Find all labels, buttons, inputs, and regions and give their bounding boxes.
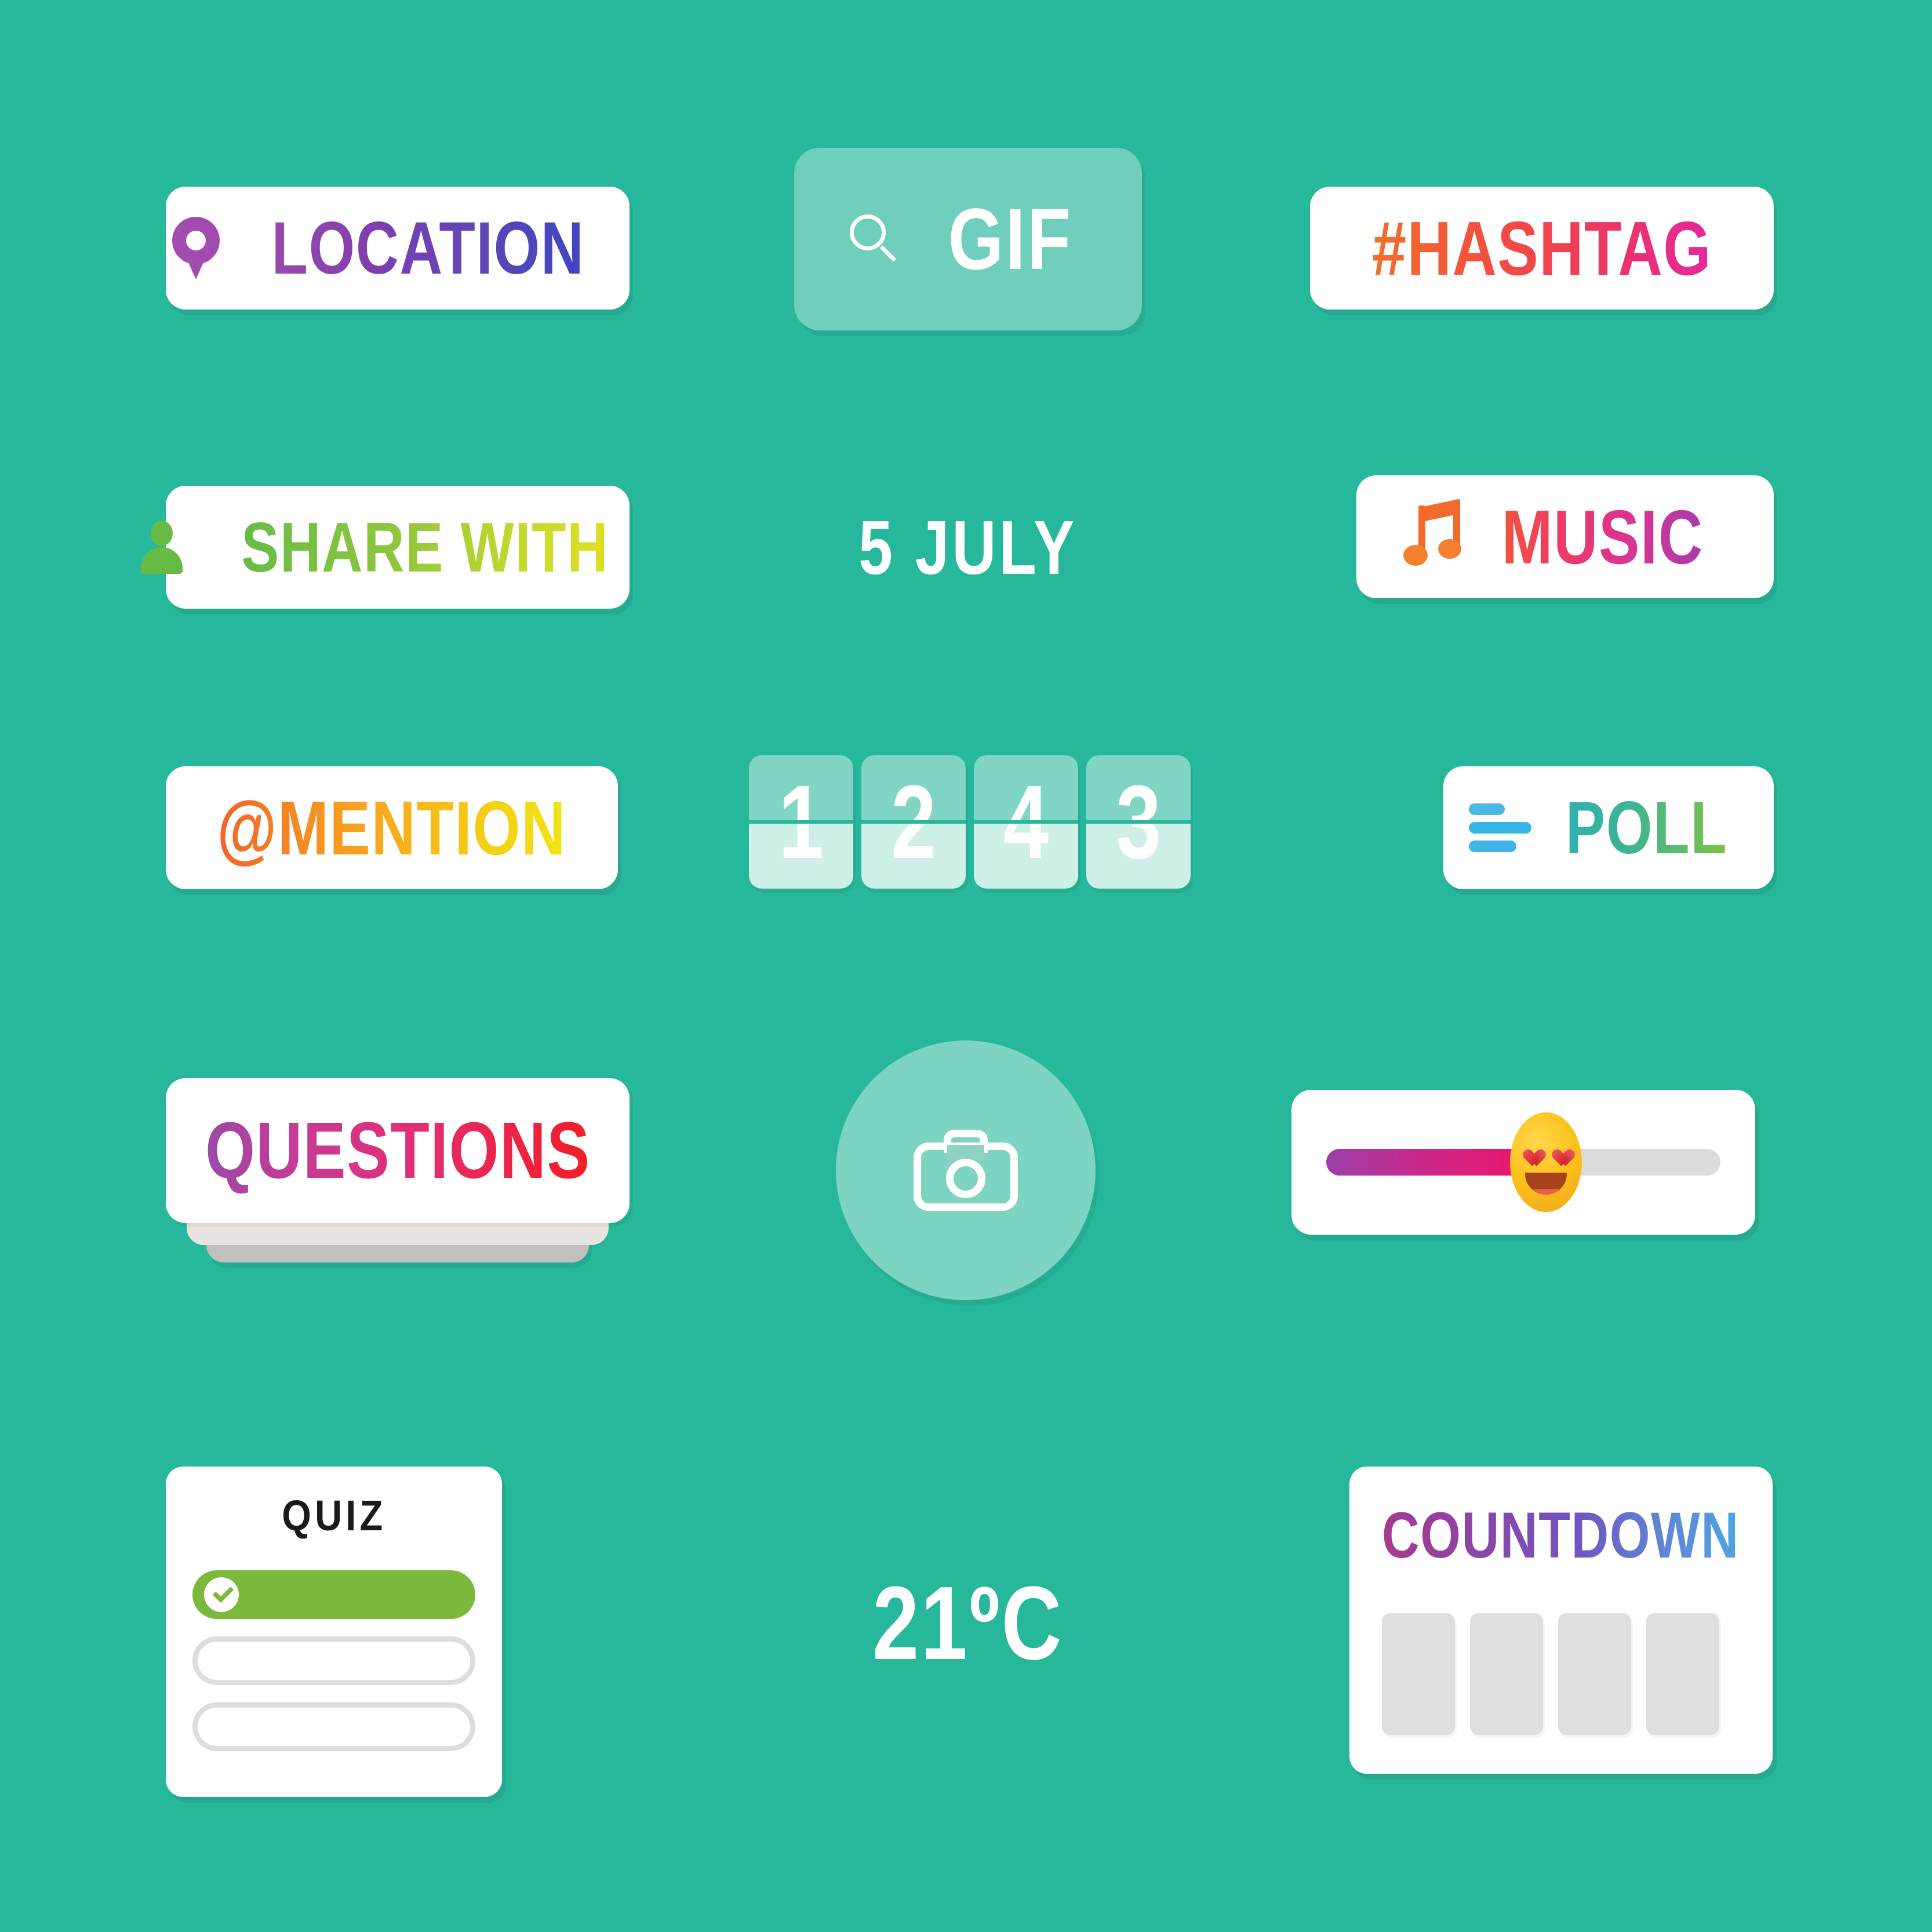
sticker-board: LOCATION GIF #HASHTAG SHARE WITH 5 JULY … (0, 0, 1932, 1932)
camera-button[interactable] (836, 1040, 1096, 1300)
gif-sticker[interactable]: GIF (794, 148, 1142, 330)
countdown-tile (1382, 1613, 1455, 1735)
flip-card: 1 (749, 755, 853, 889)
poll-bars-icon (1469, 800, 1533, 856)
slider-thumb-heart-eyes-emoji[interactable] (1508, 1110, 1584, 1214)
flip-card: 2 (861, 755, 966, 889)
temperature-sticker[interactable]: 21ºC (794, 1553, 1142, 1693)
poll-sticker[interactable]: POLL (1443, 766, 1774, 889)
slider-fill (1326, 1149, 1516, 1176)
flip-card: 3 (1086, 755, 1191, 889)
questions-sticker[interactable]: QUESTIONS (166, 1078, 630, 1293)
flip-clock-sticker[interactable]: 1 2 4 3 (741, 752, 1199, 892)
quiz-option[interactable] (192, 1702, 475, 1751)
date-sticker[interactable]: 5 JULY (794, 486, 1142, 609)
questions-card: QUESTIONS (166, 1078, 630, 1223)
mention-label: @MENTION (217, 785, 567, 871)
music-note-icon (1401, 499, 1464, 570)
share-with-label: SHARE WITH (241, 508, 609, 587)
location-sticker[interactable]: LOCATION (166, 187, 630, 310)
search-icon (850, 214, 900, 264)
person-icon (140, 521, 183, 574)
quiz-sticker[interactable]: QUIZ (166, 1467, 502, 1797)
share-with-sticker[interactable]: SHARE WITH (140, 486, 630, 609)
date-label: 5 JULY (858, 504, 1078, 590)
countdown-tiles (1382, 1613, 1740, 1735)
hashtag-label: #HASHTAG (1372, 205, 1712, 291)
quiz-option[interactable] (192, 1636, 475, 1685)
hashtag-sticker[interactable]: #HASHTAG (1310, 187, 1774, 310)
emoji-slider-sticker[interactable] (1291, 1090, 1755, 1235)
poll-label: POLL (1566, 786, 1728, 869)
check-icon (204, 1577, 239, 1612)
map-pin-icon (172, 217, 220, 279)
countdown-tile (1558, 1613, 1631, 1735)
camera-icon (914, 1130, 1018, 1211)
mention-sticker[interactable]: @MENTION (166, 766, 618, 889)
quiz-option-correct[interactable] (192, 1570, 475, 1619)
countdown-label: COUNTDOWN (1382, 1499, 1740, 1571)
countdown-tile (1470, 1613, 1543, 1735)
music-label: MUSIC (1501, 494, 1704, 580)
music-sticker[interactable]: MUSIC (1356, 475, 1774, 598)
temperature-label: 21ºC (872, 1564, 1064, 1682)
location-label: LOCATION (271, 206, 584, 290)
countdown-sticker[interactable]: COUNTDOWN (1349, 1467, 1773, 1774)
gif-label: GIF (948, 190, 1073, 288)
questions-label: QUESTIONS (205, 1105, 591, 1197)
countdown-tile (1646, 1613, 1719, 1735)
flip-card: 4 (974, 755, 1078, 889)
quiz-title: QUIZ (281, 1491, 387, 1540)
